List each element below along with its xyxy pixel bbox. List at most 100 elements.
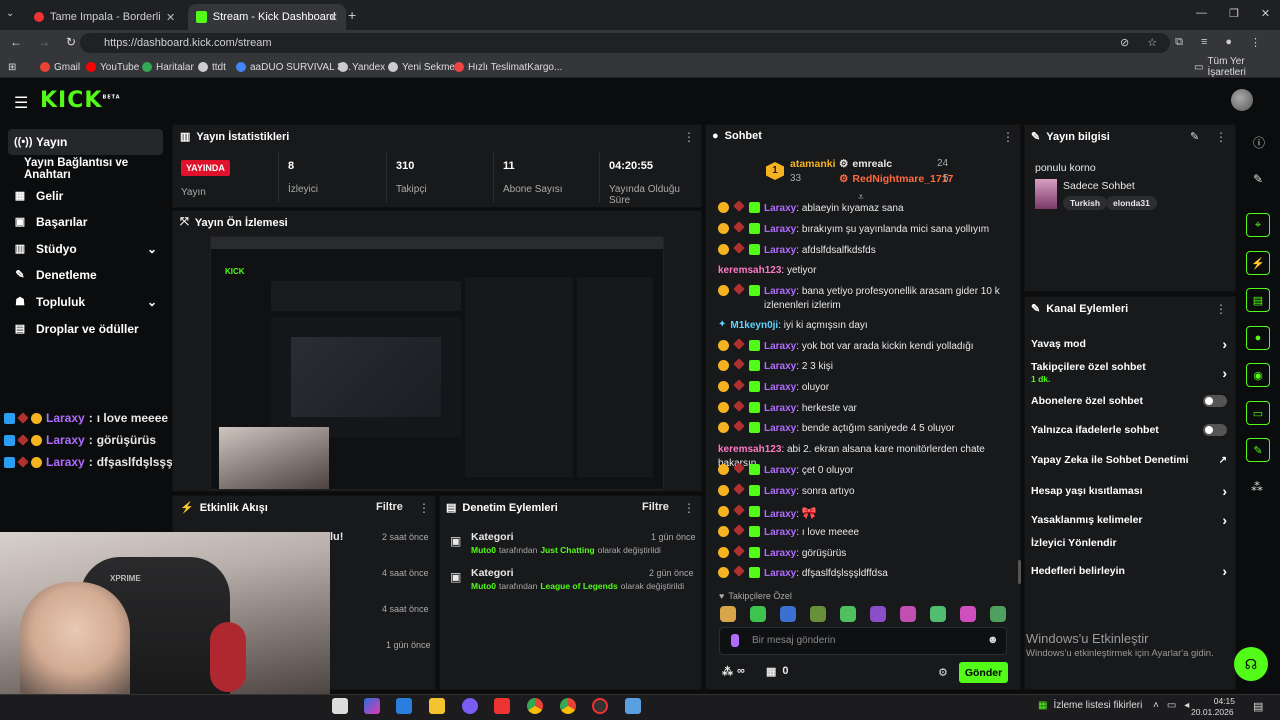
url-field[interactable]: https://dashboard.kick.com/stream — [80, 33, 1170, 53]
bookmark-aaduo[interactable]: aaDUO SURVIVAL 3... — [236, 58, 351, 76]
chat-username[interactable]: Laraxy — [764, 486, 796, 497]
close-icon[interactable]: ✕ — [329, 11, 338, 24]
kick-logo[interactable]: KICKBETA — [40, 88, 121, 113]
emote-icon[interactable] — [720, 606, 736, 622]
sidebar-item-community[interactable]: ☗ Topluluk ⌄ — [8, 289, 163, 315]
bookmark-youtube[interactable]: YouTube — [86, 58, 139, 76]
mod-category[interactable]: League of Legends — [540, 581, 617, 591]
focus-icon[interactable]: ⌖ — [1246, 213, 1270, 237]
tag[interactable]: Turkish — [1063, 196, 1108, 210]
clock-time[interactable]: 04:15 — [1205, 696, 1235, 706]
more-options-icon[interactable]: ⋮ — [418, 501, 430, 515]
media-icon[interactable]: ≡ — [1201, 36, 1207, 49]
more-options-icon[interactable]: ⋮ — [1215, 302, 1227, 316]
hamburger-menu-icon[interactable]: ☰ — [14, 93, 28, 113]
chat-username[interactable]: Laraxy — [764, 286, 796, 297]
chat-username[interactable]: Laraxy — [764, 568, 796, 579]
toggle-switch[interactable] — [1203, 424, 1227, 436]
settings-icon[interactable]: ⚙ — [938, 666, 948, 679]
mod-user[interactable]: Muto0 — [471, 545, 496, 555]
tab-youtube[interactable]: Tame Impala - Borderline (L ✕ — [26, 4, 186, 30]
category-thumbnail[interactable] — [1035, 179, 1057, 209]
chat-username[interactable]: Laraxy — [764, 548, 796, 559]
channel-action-item[interactable]: Yavaş mod › — [1031, 336, 1227, 352]
app-icon[interactable] — [494, 698, 510, 714]
close-window-icon[interactable]: ✕ — [1261, 7, 1270, 20]
send-button[interactable]: Gönder — [959, 662, 1008, 683]
emote-icon[interactable] — [780, 606, 796, 622]
chevron-right-icon[interactable]: › — [1222, 336, 1227, 352]
gift-indicator[interactable]: ▦ 0 — [766, 665, 789, 678]
chevron-right-icon[interactable]: › — [1222, 365, 1227, 381]
mail-icon[interactable] — [396, 698, 412, 714]
bolt-icon[interactable]: ⚡ — [1246, 251, 1270, 275]
chat-username[interactable]: Laraxy — [764, 361, 796, 372]
sidebar-item-stream[interactable]: ((•)) Yayın — [8, 129, 163, 155]
star-icon[interactable]: ☆ — [1147, 36, 1157, 49]
watchlist-widget[interactable]: ▦ İzleme listesi fikirleri — [1038, 700, 1142, 711]
emote-icon[interactable] — [750, 606, 766, 622]
gifter-name[interactable]: RedNightmare_1717 — [852, 173, 953, 185]
chevron-up-icon[interactable]: ˄ — [1153, 700, 1159, 711]
emote-icon[interactable] — [990, 606, 1006, 622]
notification-icon[interactable]: ▤ — [1253, 700, 1263, 713]
close-icon[interactable]: ✕ — [166, 11, 175, 24]
channel-action-item[interactable]: Yasaklanmış kelimeler › — [1031, 512, 1227, 528]
emote-icon[interactable] — [930, 606, 946, 622]
activity-filter-button[interactable]: Filtre — [376, 501, 403, 513]
emoji-icon[interactable]: ☻ — [987, 634, 999, 646]
chevron-down-icon[interactable]: ⌄ — [147, 295, 157, 309]
sidebar-item-studio[interactable]: ▥ Stüdyo ⌄ — [8, 236, 163, 262]
chat-username[interactable]: Laraxy — [764, 465, 796, 476]
emote-icon[interactable] — [840, 606, 856, 622]
chat-username[interactable]: Laraxy — [764, 382, 796, 393]
eye-off-icon[interactable]: ⊘ — [1120, 36, 1129, 49]
channel-action-item[interactable]: Yalnızca ifadelerle sohbet — [1031, 424, 1227, 436]
bookmark-maps[interactable]: Haritalar — [142, 58, 194, 76]
edit-icon[interactable]: ✎ — [1190, 130, 1199, 143]
preview-video[interactable]: KICK — [210, 236, 664, 490]
chat-username[interactable]: Laraxy — [764, 203, 796, 214]
more-options-icon[interactable]: ⋮ — [1215, 130, 1227, 144]
mod-category[interactable]: Just Chatting — [540, 545, 594, 555]
more-options-icon[interactable]: ⋮ — [683, 130, 695, 144]
clock-date[interactable]: 20.01.2026 — [1191, 707, 1234, 717]
monitor-icon[interactable]: ▭ — [1246, 401, 1270, 425]
obs-icon[interactable] — [592, 698, 608, 714]
chrome-icon[interactable] — [527, 698, 543, 714]
copilot-icon[interactable] — [364, 698, 380, 714]
chat-username[interactable]: Laraxy — [764, 403, 796, 414]
tag[interactable]: elonda31 — [1106, 196, 1157, 210]
profile-icon[interactable]: ● — [1225, 36, 1232, 49]
folder-icon[interactable] — [429, 698, 445, 714]
bookmark-yandex[interactable]: Yandex — [338, 58, 385, 76]
chat-username[interactable]: keremsah123 — [718, 444, 781, 455]
channel-action-item[interactable]: Hedefleri belirleyin › — [1031, 563, 1227, 579]
external-link-icon[interactable]: ↗ — [1219, 455, 1227, 466]
minimize-icon[interactable]: — — [1196, 7, 1207, 20]
chat-username[interactable]: Laraxy — [764, 245, 796, 256]
app-icon[interactable] — [625, 698, 641, 714]
points-indicator[interactable]: ⁂ ∞ — [722, 665, 745, 678]
more-options-icon[interactable]: ⋮ — [683, 501, 695, 515]
volume-icon[interactable]: ◂ — [1184, 700, 1189, 711]
points-icon[interactable]: ⁂ — [1251, 480, 1263, 494]
back-icon[interactable]: ← — [10, 35, 22, 49]
chat-username[interactable]: Laraxy — [764, 527, 796, 538]
gifter-name[interactable]: emrealc — [852, 158, 892, 170]
edit-icon[interactable]: ✎ — [1253, 172, 1263, 186]
channel-action-item[interactable]: Yapay Zeka ile Sohbet Denetimi ↗ — [1031, 454, 1227, 466]
chevron-right-icon[interactable]: › — [1222, 483, 1227, 499]
chat-username[interactable]: Laraxy — [764, 341, 796, 352]
reload-icon[interactable]: ↻ — [66, 35, 76, 49]
all-bookmarks[interactable]: ▭ Tüm Yer İşaretleri — [1194, 56, 1280, 78]
taskview-icon[interactable] — [332, 698, 348, 714]
top-gifter-name[interactable]: atamanki — [790, 158, 836, 170]
channel-action-item[interactable]: İzleyici Yönlendir — [1031, 537, 1227, 549]
sidebar-item-stream-key[interactable]: Yayın Bağlantısı ve Anahtarı — [18, 156, 168, 182]
discord-icon[interactable] — [462, 698, 478, 714]
emote-icon[interactable] — [870, 606, 886, 622]
bookmark-ttdt[interactable]: ttdt — [198, 58, 226, 76]
document-icon[interactable]: ▤ — [1246, 288, 1270, 312]
sidebar-item-moderation[interactable]: ✎ Denetleme — [8, 262, 163, 288]
